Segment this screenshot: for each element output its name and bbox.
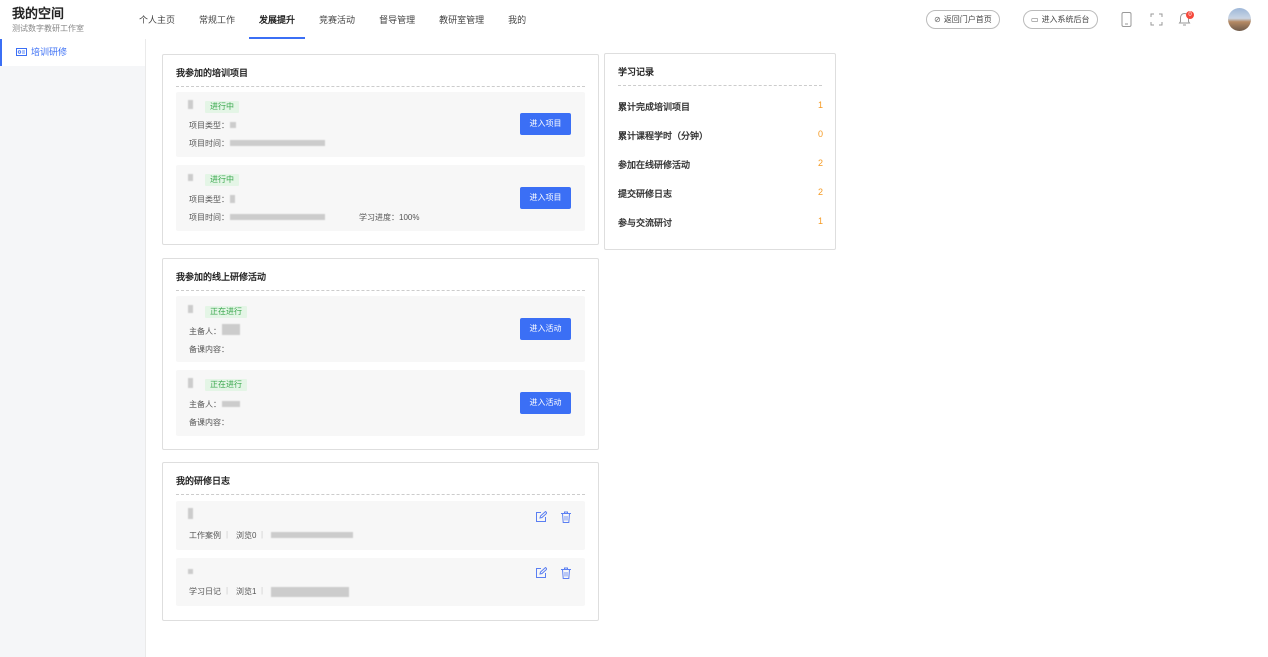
- prep-content-label: 备课内容：: [189, 345, 229, 354]
- status-badge: 进行中: [205, 174, 239, 186]
- nav-routine-work[interactable]: 常规工作: [187, 0, 247, 39]
- record-value: 1: [817, 216, 823, 226]
- mobile-icon[interactable]: [1121, 12, 1132, 27]
- log-date-redacted: [271, 587, 349, 597]
- delete-icon[interactable]: [560, 511, 572, 523]
- brand-title: 我的空间: [12, 6, 65, 21]
- nav-mine[interactable]: 我的: [496, 0, 538, 39]
- research-logs-card: 我的研修日志 工作案例 | 浏览0 | 学习日记 | 浏览1 |: [162, 462, 599, 621]
- sidebar-item-training[interactable]: 培训研修: [0, 39, 145, 66]
- research-logs-title: 我的研修日志: [176, 474, 585, 495]
- fullscreen-icon[interactable]: [1150, 13, 1163, 26]
- brand[interactable]: 我的空间 测试数字教研工作室: [12, 6, 84, 34]
- nav-personal-home[interactable]: 个人主页: [127, 0, 187, 39]
- top-bar: 我的空间 测试数字教研工作室 个人主页 常规工作 发展提升 竞赛活动 督导管理 …: [0, 0, 1268, 39]
- record-row: 累计课程学时（分钟） 0: [618, 129, 823, 141]
- log-category: 工作案例: [189, 531, 221, 540]
- project-item: 进行中 项目类型： 项目时间： 学习进度：100% 进入项目: [176, 165, 585, 231]
- log-category: 学习日记: [189, 587, 221, 596]
- record-row: 参加在线研修活动 2: [618, 158, 823, 170]
- training-projects-title: 我参加的培训项目: [176, 66, 585, 87]
- training-projects-card: 我参加的培训项目 进行中 项目类型： 项目时间： 进入项目 进行中 项目类型： …: [162, 54, 599, 245]
- divider: |: [261, 586, 264, 595]
- enter-activity-button[interactable]: 进入活动: [520, 318, 571, 340]
- record-row: 累计完成培训项目 1: [618, 100, 823, 112]
- log-title-redacted: [188, 508, 193, 519]
- project-type-label: 项目类型：: [189, 195, 229, 204]
- online-activities-title: 我参加的线上研修活动: [176, 270, 585, 291]
- record-row: 参与交流研讨 1: [618, 216, 823, 228]
- project-type-label: 项目类型：: [189, 121, 229, 130]
- project-time-label: 项目时间：: [189, 139, 229, 148]
- record-label: 参与交流研讨: [618, 218, 673, 228]
- activity-name-redacted: [188, 378, 193, 388]
- record-value: 0: [817, 129, 823, 139]
- edit-icon[interactable]: [535, 567, 547, 579]
- system-backend-label: 进入系统后台: [1041, 15, 1090, 24]
- project-item: 进行中 项目类型： 项目时间： 进入项目: [176, 92, 585, 157]
- record-label: 累计课程学时（分钟）: [618, 131, 709, 141]
- nav-supervision[interactable]: 督导管理: [367, 0, 427, 39]
- notification-count-badge: 0: [1186, 11, 1194, 19]
- host-redacted: [222, 401, 240, 407]
- prep-content-label: 备课内容：: [189, 418, 229, 427]
- project-time-label: 项目时间：: [189, 213, 229, 222]
- record-label: 参加在线研修活动: [618, 160, 691, 170]
- log-title-redacted: [188, 569, 193, 574]
- divider: |: [226, 586, 229, 595]
- enter-project-button[interactable]: 进入项目: [520, 113, 571, 135]
- log-date-redacted: [271, 532, 353, 538]
- nav-research-office[interactable]: 教研室管理: [427, 0, 496, 39]
- activity-item: 正在进行 主备人： 备课内容： 进入活动: [176, 296, 585, 362]
- portal-home-button[interactable]: ⊘ 返回门户首页: [926, 10, 1000, 29]
- enter-activity-button[interactable]: 进入活动: [520, 392, 571, 414]
- project-name-redacted: [188, 100, 193, 109]
- record-label: 提交研修日志: [618, 189, 673, 199]
- study-progress: 学习进度：100%: [359, 213, 420, 222]
- learning-record-card: 学习记录 累计完成培训项目 1 累计课程学时（分钟） 0 参加在线研修活动 2 …: [604, 53, 836, 250]
- main-nav: 个人主页 常规工作 发展提升 竞赛活动 督导管理 教研室管理 我的: [127, 0, 538, 39]
- delete-icon[interactable]: [560, 567, 572, 579]
- edit-icon[interactable]: [535, 511, 547, 523]
- sidebar-item-label: 培训研修: [31, 47, 68, 57]
- project-time-redacted: [230, 140, 325, 146]
- brand-subtitle: 测试数字教研工作室: [12, 24, 84, 33]
- avatar[interactable]: [1228, 8, 1251, 31]
- record-row: 提交研修日志 2: [618, 187, 823, 199]
- online-activities-card: 我参加的线上研修活动 正在进行 主备人： 备课内容： 进入活动 正在进行 主备人…: [162, 258, 599, 450]
- record-value: 2: [817, 187, 823, 197]
- host-redacted: [222, 324, 240, 335]
- divider: |: [226, 530, 229, 539]
- project-time-redacted: [230, 214, 325, 220]
- log-views: 浏览1: [236, 587, 257, 596]
- training-icon: [16, 47, 27, 56]
- enter-project-button[interactable]: 进入项目: [520, 187, 571, 209]
- record-label: 累计完成培训项目: [618, 102, 691, 112]
- log-item: 工作案例 | 浏览0 |: [176, 501, 585, 550]
- activity-item: 正在进行 主备人： 备课内容： 进入活动: [176, 370, 585, 436]
- status-badge: 正在进行: [205, 306, 247, 318]
- record-value: 2: [817, 158, 823, 168]
- status-badge: 进行中: [205, 101, 239, 113]
- project-type-redacted: [230, 122, 236, 128]
- nav-development[interactable]: 发展提升: [247, 0, 307, 39]
- learning-record-title: 学习记录: [618, 65, 822, 86]
- project-name-redacted: [188, 174, 193, 181]
- system-backend-button[interactable]: ▭ 进入系统后台: [1023, 10, 1098, 29]
- portal-home-label: 返回门户首页: [943, 15, 992, 24]
- divider: |: [261, 530, 264, 539]
- log-item: 学习日记 | 浏览1 |: [176, 558, 585, 606]
- record-value: 1: [817, 100, 823, 110]
- activity-name-redacted: [188, 305, 193, 313]
- status-badge: 正在进行: [205, 379, 247, 391]
- nav-competition[interactable]: 竞赛活动: [307, 0, 367, 39]
- monitor-icon: ▭: [1031, 15, 1039, 24]
- host-label: 主备人：: [189, 327, 221, 336]
- log-views: 浏览0: [236, 531, 257, 540]
- sidebar: 培训研修: [0, 39, 146, 657]
- project-type-redacted: [230, 195, 235, 203]
- compass-icon: ⊘: [934, 15, 941, 24]
- host-label: 主备人：: [189, 400, 221, 409]
